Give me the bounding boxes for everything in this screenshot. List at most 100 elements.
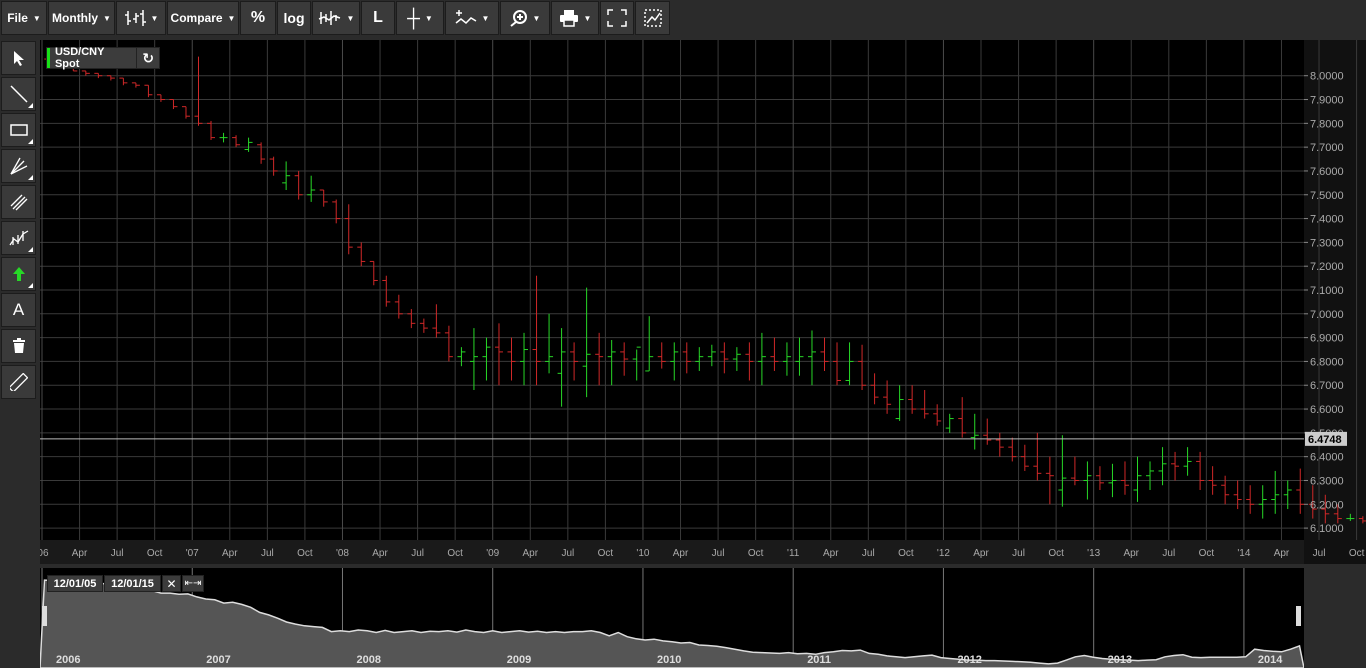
- submenu-corner-icon: [28, 103, 33, 108]
- line-icon: [9, 85, 28, 103]
- log-label: log: [283, 10, 305, 26]
- arrow-tool[interactable]: [1, 257, 36, 291]
- x-tick-label: Apr: [973, 548, 989, 559]
- submenu-corner-icon: [28, 175, 33, 180]
- fullscreen-button[interactable]: [600, 1, 634, 35]
- navigator-left-handle[interactable]: [42, 606, 47, 626]
- nav-year-label: 2006: [56, 654, 80, 666]
- x-tick-label: Apr: [1123, 548, 1139, 559]
- legend-symbol: USD/CNY Spot: [54, 46, 105, 70]
- nav-year-label: 2008: [356, 654, 380, 666]
- x-tick-label: '11: [787, 548, 800, 559]
- x-tick-label: '07: [186, 548, 199, 559]
- chevron-down-icon: ▼: [346, 13, 355, 23]
- percent-label: %: [250, 9, 266, 26]
- zigzag-bars-icon: [8, 230, 28, 246]
- range-end-date[interactable]: 12/01/15: [104, 575, 161, 592]
- chart-type-button[interactable]: ▼: [116, 1, 166, 35]
- nav-year-label: 2010: [657, 654, 681, 666]
- y-tick-label: 7.9000: [1310, 95, 1344, 107]
- drawing-tools-button[interactable]: ▼: [445, 1, 499, 35]
- main-chart[interactable]: 8.0000 7.9000 7.8000 7.7000 7.6000 7.5000 7.40…: [40, 40, 1366, 564]
- x-tick-label: Apr: [522, 548, 538, 559]
- x-tick-label: Oct: [1199, 548, 1215, 559]
- symbol-legend: USD/CNY Spot ↻: [46, 46, 160, 70]
- left-handle-grip[interactable]: [42, 606, 47, 626]
- nav-year-label: 2014: [1258, 654, 1283, 666]
- y-tick-label: 6.8000: [1310, 356, 1344, 368]
- y-tick-label: 8.0000: [1310, 71, 1344, 83]
- printer-icon: [559, 10, 578, 27]
- chevron-down-icon: ▼: [32, 13, 41, 23]
- toolbar: File ▼ Monthly ▼ ▼ Compare ▼ % log ▼ L ┼ ▼ …: [0, 0, 1366, 37]
- x-tick-label: '13: [1087, 548, 1100, 559]
- expand-range-button[interactable]: ⇤⇥: [182, 575, 204, 592]
- y-tick-label: 6.9000: [1310, 333, 1344, 345]
- text-tool[interactable]: A: [1, 293, 36, 327]
- log-scale-button[interactable]: log: [277, 1, 311, 35]
- x-tick-label: Apr: [823, 548, 839, 559]
- y-tick-label: 6.4000: [1310, 452, 1344, 464]
- fan-tool[interactable]: [1, 149, 36, 183]
- x-tick-label: Apr: [72, 548, 88, 559]
- x-tick-label: Jul: [261, 548, 274, 559]
- x-tick-label: Oct: [1048, 548, 1064, 559]
- y-tick-label: 7.8000: [1310, 118, 1344, 130]
- chevron-down-icon: ▼: [424, 13, 433, 23]
- channel-tool[interactable]: [1, 185, 36, 219]
- pointer-tool[interactable]: [1, 41, 36, 75]
- trash-icon: [12, 338, 25, 353]
- trend-plus-icon: [455, 10, 476, 25]
- line-tool[interactable]: [1, 77, 36, 111]
- nav-year-label: 2013: [1108, 654, 1132, 666]
- print-button[interactable]: ▼: [551, 1, 599, 35]
- zoom-button[interactable]: ▼: [500, 1, 550, 35]
- green-arrow-up-icon: [12, 267, 25, 281]
- chevron-down-icon: ▼: [481, 13, 490, 23]
- x-tick-label: Oct: [598, 548, 614, 559]
- studies-button[interactable]: ▼: [312, 1, 360, 35]
- range-start-date[interactable]: 12/01/05: [47, 575, 103, 592]
- l-button[interactable]: L: [361, 1, 395, 35]
- chevron-down-icon: ▼: [532, 13, 541, 23]
- pattern-tool[interactable]: [1, 221, 36, 255]
- file-menu-button[interactable]: File ▼: [1, 1, 47, 35]
- y-tick-label: 7.5000: [1310, 190, 1344, 202]
- indicator-icon: [318, 11, 340, 25]
- crosshair-icon: ┼: [407, 7, 420, 28]
- y-tick-label: 7.2000: [1310, 261, 1344, 273]
- x-tick-label: Oct: [898, 548, 914, 559]
- zoom-in-icon: [509, 10, 527, 27]
- chevron-down-icon: ▼: [227, 13, 236, 23]
- rectangle-tool[interactable]: [1, 113, 36, 147]
- parallel-lines-icon: [10, 194, 27, 211]
- x-tick-label: Jul: [111, 548, 124, 559]
- percent-button[interactable]: %: [240, 1, 276, 35]
- right-handle-grip[interactable]: [1296, 606, 1301, 626]
- delete-tool[interactable]: [1, 329, 36, 363]
- cursor-arrow-icon: [13, 51, 24, 66]
- reset-range-button[interactable]: ✕: [162, 575, 181, 592]
- y-tick-label: 7.3000: [1310, 237, 1344, 249]
- snapshot-button[interactable]: [635, 1, 670, 35]
- period-menu-button[interactable]: Monthly ▼: [48, 1, 115, 35]
- x-tick-label: Jul: [411, 548, 424, 559]
- x-tick-label: Jul: [1162, 548, 1175, 559]
- compare-button[interactable]: Compare ▼: [167, 1, 239, 35]
- measure-tool[interactable]: [1, 365, 36, 399]
- x-tick-label: Jul: [1313, 548, 1326, 559]
- fullscreen-icon: [607, 9, 627, 27]
- submenu-corner-icon: [28, 247, 33, 252]
- refresh-icon[interactable]: ↻: [136, 48, 159, 68]
- nav-year-label: 2009: [507, 654, 531, 666]
- y-tick-label: 6.1000: [1310, 523, 1344, 535]
- ohlc-bars-icon: [124, 10, 146, 26]
- x-tick-label: Jul: [561, 548, 574, 559]
- x-tick-label: Jul: [1012, 548, 1025, 559]
- navigator-right-handle[interactable]: [1296, 606, 1301, 626]
- crosshair-button[interactable]: ┼ ▼: [396, 1, 444, 35]
- y-tick-label: 6.6000: [1310, 404, 1344, 416]
- y-tick-label: 7.0000: [1310, 309, 1344, 321]
- x-tick-label: Oct: [748, 548, 764, 559]
- navigator-chart[interactable]: 2006200720082009201020112012201320142015: [40, 568, 1304, 668]
